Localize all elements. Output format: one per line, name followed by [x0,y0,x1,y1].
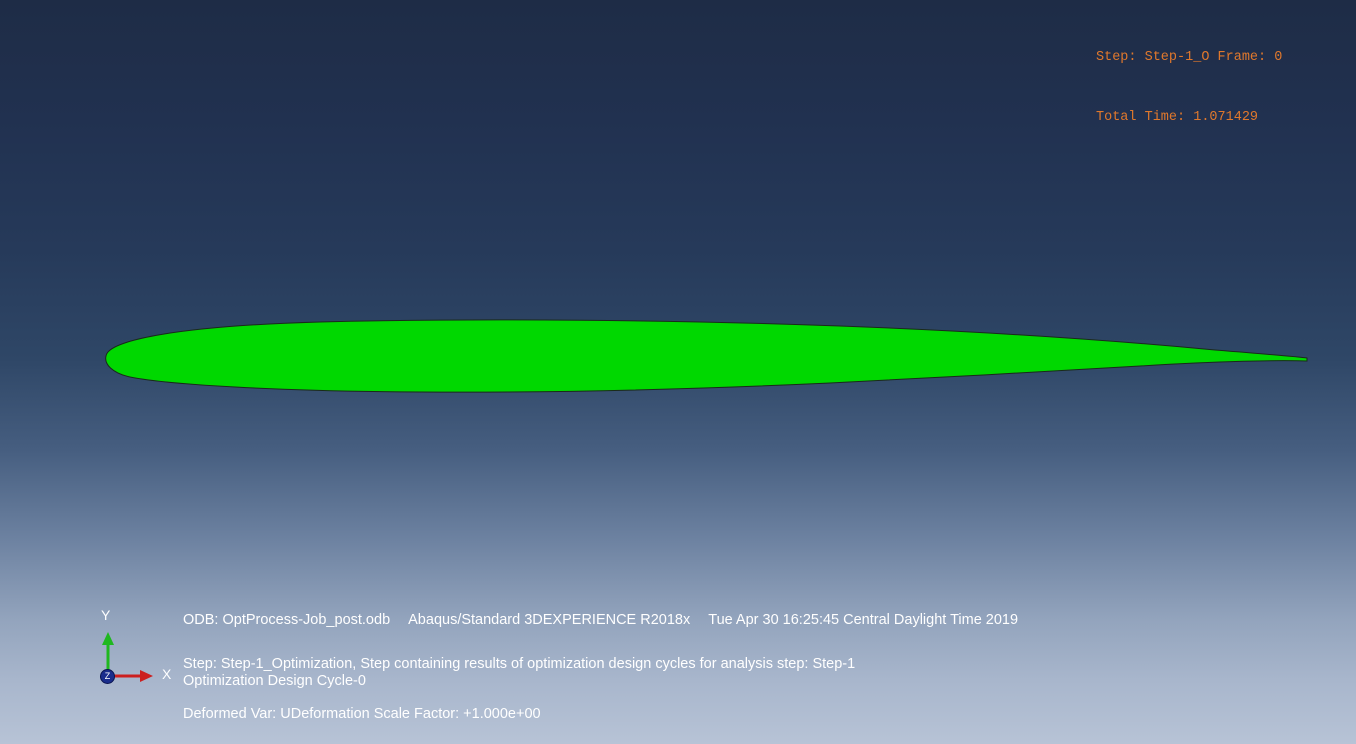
viewport[interactable]: Step: Step-1_O Frame: 0 Total Time: 1.07… [0,0,1356,744]
x-axis-label: X [162,666,172,682]
scale-factor: Deformation Scale Factor: +1.000e+00 [290,706,541,722]
odb-info-line: ODB: OptProcess-Job_post.odb Abaqus/Stand… [183,612,1018,629]
solver-version: Abaqus/Standard 3DEXPERIENCE R2018x [408,612,691,628]
odb-name: ODB: OptProcess-Job_post.odb [183,612,391,628]
airfoil-part[interactable] [105,319,1308,393]
z-axis-origin-icon: Z [101,670,114,683]
timestamp: Tue Apr 30 16:25:45 Central Daylight Tim… [708,612,1019,628]
step-description: Step: Step-1_Optimization, Step containi… [183,656,856,672]
design-cycle-label: Optimization Design Cycle-0 [183,673,366,689]
axis-triad: Y Z X [92,600,187,700]
deformed-var: Deformed Var: U [183,706,291,722]
model-canvas[interactable] [0,0,1356,744]
triad-arrows [102,632,153,682]
x-axis-arrowhead [140,670,153,682]
deformation-info: Deformed Var: UDeformation Scale Factor:… [183,706,541,723]
y-axis-arrowhead [102,632,114,645]
